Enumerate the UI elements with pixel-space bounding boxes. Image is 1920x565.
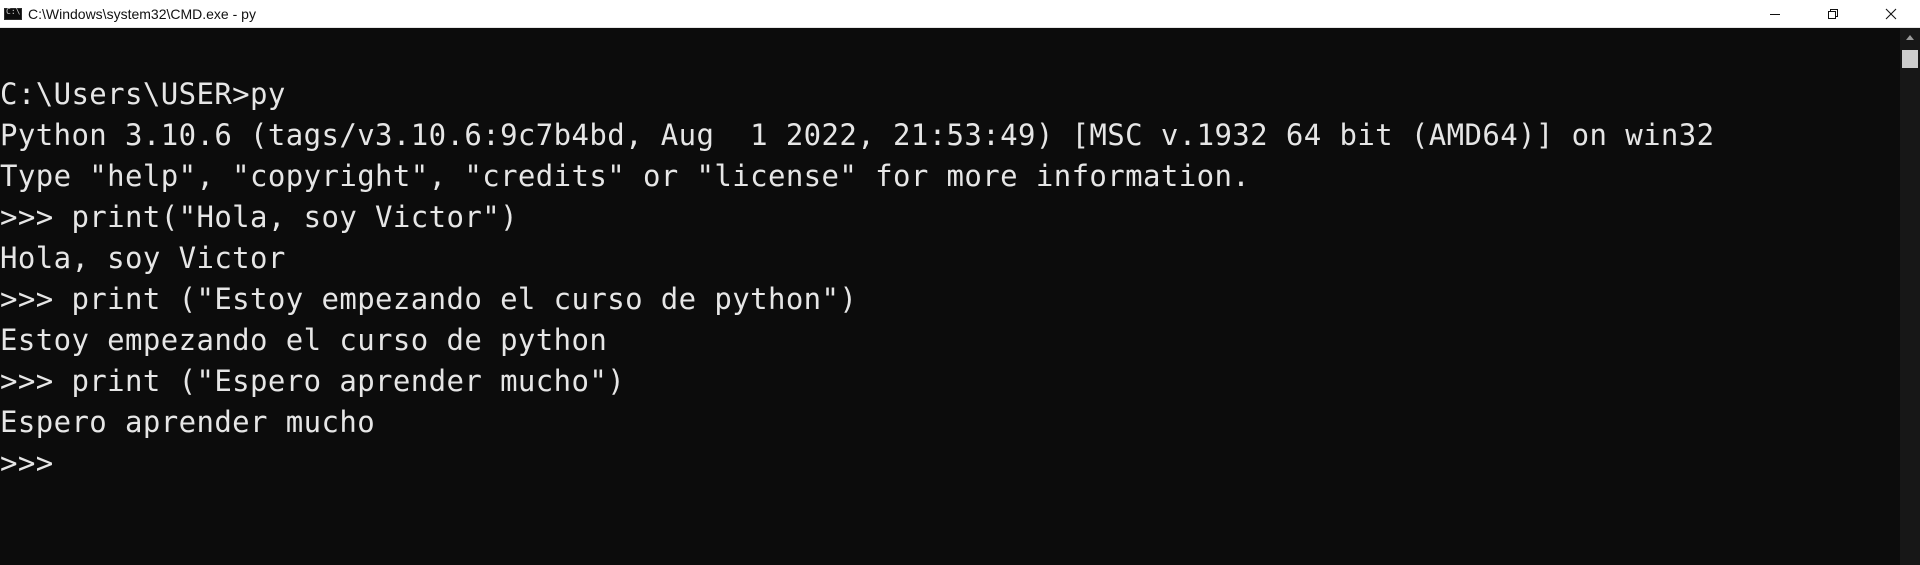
- window-title: C:\Windows\system32\CMD.exe - py: [28, 5, 256, 22]
- window-controls: [1746, 0, 1920, 28]
- scroll-up-arrow-icon: [1906, 35, 1914, 40]
- vertical-scrollbar[interactable]: [1900, 28, 1920, 565]
- close-icon: [1885, 8, 1897, 20]
- cmd-window: C:\Windows\system32\CMD.exe - py: [0, 0, 1920, 565]
- console-line: Estoy empezando el curso de python: [0, 323, 608, 357]
- console-line: C:\Users\USER>py: [0, 77, 286, 111]
- console-line: Espero aprender mucho: [0, 405, 376, 439]
- restore-button[interactable]: [1804, 0, 1862, 28]
- title-bar[interactable]: C:\Windows\system32\CMD.exe - py: [0, 0, 1920, 28]
- scroll-up-button[interactable]: [1900, 28, 1920, 48]
- close-button[interactable]: [1862, 0, 1920, 28]
- console-output[interactable]: C:\Users\USER>py Python 3.10.6 (tags/v3.…: [0, 28, 1900, 565]
- console-prompt-line[interactable]: >>>: [0, 443, 1900, 484]
- scrollbar-thumb[interactable]: [1902, 50, 1918, 68]
- minimize-icon: [1770, 14, 1780, 15]
- console-line: Python 3.10.6 (tags/v3.10.6:9c7b4bd, Aug…: [0, 118, 1715, 152]
- console-line: Type "help", "copyright", "credits" or "…: [0, 159, 1251, 193]
- minimize-button[interactable]: [1746, 0, 1804, 28]
- console-line: >>> print ("Estoy empezando el curso de …: [0, 282, 858, 316]
- console-line: Hola, soy Victor: [0, 241, 286, 275]
- console-line: >>> print("Hola, soy Victor"): [0, 200, 518, 234]
- console-icon[interactable]: [4, 7, 22, 20]
- console-line: >>> print ("Espero aprender mucho"): [0, 364, 626, 398]
- restore-icon: [1828, 9, 1838, 19]
